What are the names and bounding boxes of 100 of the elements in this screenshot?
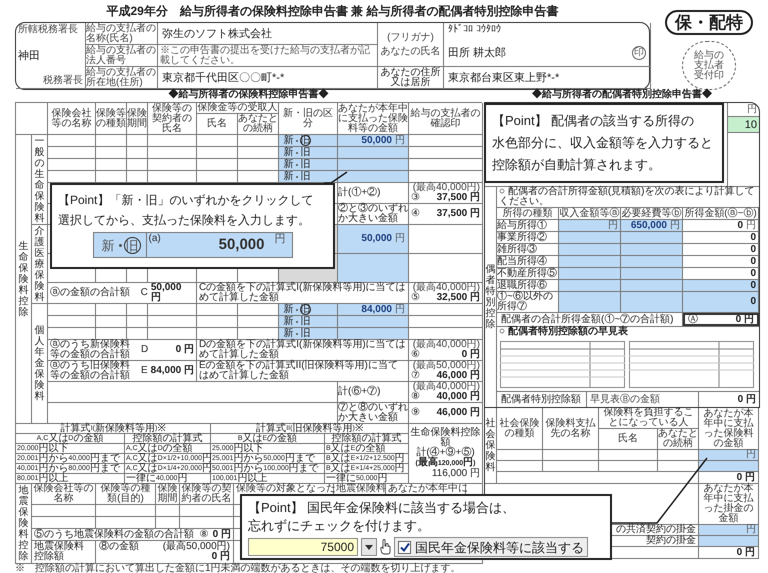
era-option[interactable]: 旧	[300, 171, 311, 182]
amount-field[interactable]	[621, 256, 683, 268]
table-cell: 0	[683, 256, 759, 268]
amount-field[interactable]	[621, 280, 683, 292]
era-option[interactable]: 旧	[300, 135, 311, 146]
era-option[interactable]: 新	[283, 328, 294, 339]
amount-text: 0 円	[212, 530, 231, 540]
field-note: ※この申告書の提出を受けた給与の支払者が記載してください。	[158, 45, 378, 67]
amount-field[interactable]	[621, 244, 683, 256]
column-header: 保険等の契約者の氏名	[180, 484, 234, 505]
amount-field[interactable]	[621, 268, 683, 280]
amount-text: 32,500 円	[436, 293, 480, 303]
column-header: 氏名	[599, 429, 658, 450]
row-label: 配偶者特別控除額	[497, 392, 587, 407]
empty-cell	[156, 505, 180, 517]
amount-text: 84,000 円	[150, 366, 194, 376]
amount-field[interactable]: 50,000 円	[338, 135, 409, 147]
row-label: 配偶者の合計所得金額(①~⑦の合計額)	[497, 313, 683, 326]
empty-cell	[96, 159, 127, 171]
era-option[interactable]: 新	[283, 171, 294, 182]
amount-field[interactable]: 円	[559, 220, 621, 232]
field-value: 弥生のソフト株式会社	[158, 23, 378, 45]
empty-cell	[197, 328, 238, 340]
amount-input[interactable]: 75000	[248, 538, 358, 556]
amount-field[interactable]: 0	[683, 292, 759, 313]
amount-field[interactable]: 50,000 円	[338, 225, 409, 254]
section-label: 偶者特別控除	[486, 264, 496, 330]
amount-field[interactable]	[621, 292, 683, 313]
column-header: 給与の支払者の確認印	[409, 103, 483, 135]
field-label: 給与の支払者の法人番号	[86, 45, 158, 67]
column-header: 保険等の契約者の氏名	[148, 103, 197, 135]
amount-field[interactable]	[338, 159, 409, 171]
amount-field[interactable]	[699, 461, 759, 472]
row-label: ⓐのうち旧保険料等の金額の合計額	[50, 361, 131, 381]
era-option[interactable]: 旧	[300, 304, 311, 315]
checkbox[interactable]	[398, 540, 411, 554]
column-header: 控除額の計算式	[325, 434, 409, 444]
dropdown-button[interactable]	[361, 538, 377, 556]
amount-field[interactable]	[621, 232, 683, 244]
amount-field[interactable]	[338, 316, 409, 328]
empty-cell	[197, 304, 238, 316]
amount-field[interactable]	[699, 536, 759, 547]
empty-cell	[127, 316, 148, 328]
amount-field[interactable]	[559, 268, 621, 280]
empty-cell	[197, 135, 238, 147]
amount-field[interactable]	[559, 244, 621, 256]
era-option[interactable]: 新	[283, 147, 294, 158]
era-option[interactable]: 新	[283, 304, 294, 315]
circled-number: ⑧	[200, 530, 209, 540]
era-option[interactable]: 新	[283, 135, 294, 146]
empty-cell	[96, 517, 156, 529]
amount-field[interactable]	[338, 147, 409, 159]
amount-text: 46,000 円	[436, 408, 480, 418]
empty-cell	[197, 316, 238, 328]
amount-field[interactable]: 円	[699, 450, 759, 461]
checkbox-button[interactable]: 国民年金保険料等に該当する	[394, 537, 588, 557]
empty-cell	[96, 135, 127, 147]
total-label: 生命保険料控除額	[410, 428, 482, 448]
instruction-text: ○ 配偶者の合計所得金額(見積額)を次の表により計算してください。	[497, 187, 759, 208]
era-option[interactable]: 旧	[300, 147, 311, 158]
amount-field[interactable]: 円	[699, 525, 759, 536]
amount-field[interactable]	[559, 280, 621, 292]
column-header: あなたとの続柄	[658, 429, 699, 450]
form-title: 平成29年分 給与所得者の保険料控除申告書 兼 給与所得者の配偶者特別控除申告書	[105, 3, 560, 20]
formula-text: 計(④+⑨+⑤)	[416, 448, 475, 458]
amount-text: 0 円	[212, 552, 230, 562]
amount-field[interactable]	[338, 328, 409, 340]
limit-note: (最高50,000円)	[412, 361, 480, 371]
empty-cell	[599, 461, 658, 472]
era-option[interactable]: 旧	[124, 236, 140, 254]
amount-field[interactable]	[559, 256, 621, 268]
amount-field[interactable]: 0	[683, 280, 759, 292]
row-letter: C	[140, 288, 148, 298]
era-option[interactable]: 新	[283, 316, 294, 327]
table-cell: 0	[683, 244, 759, 256]
era-option[interactable]: 新	[283, 159, 294, 170]
circled-number: ⑦	[411, 371, 420, 381]
empty-cell	[96, 328, 127, 340]
column-header: 保険金等の受取人	[197, 103, 279, 114]
callout-text: 【Point】「新・旧」のいずれかをクリックして	[58, 192, 314, 209]
era-option[interactable]: 新	[100, 236, 116, 254]
era-option[interactable]: 旧	[300, 159, 311, 170]
era-option[interactable]: 旧	[300, 328, 311, 339]
empty-cell	[148, 316, 197, 328]
row-letter: Ⓐ	[688, 314, 698, 324]
era-option[interactable]: 旧	[300, 316, 311, 327]
amount-field[interactable]	[559, 232, 621, 244]
circled-number: ⑧	[411, 392, 420, 402]
callout-text: 【Point】 配偶者の該当する所得の	[492, 112, 696, 130]
amount-field[interactable]	[338, 254, 409, 283]
amount-field[interactable]: 650,000 円	[621, 220, 683, 232]
empty-cell	[148, 159, 197, 171]
amount-text: 50,000 円	[150, 283, 182, 303]
office-suffix: 税務署長	[43, 76, 83, 86]
empty-cell	[543, 461, 599, 472]
column-header: 保険期間	[127, 103, 148, 135]
amount-field[interactable]	[338, 171, 409, 183]
amount-field[interactable]	[559, 292, 621, 313]
amount-field[interactable]: 84,000 円	[338, 304, 409, 316]
row-label: 計(①+②)	[338, 183, 409, 204]
